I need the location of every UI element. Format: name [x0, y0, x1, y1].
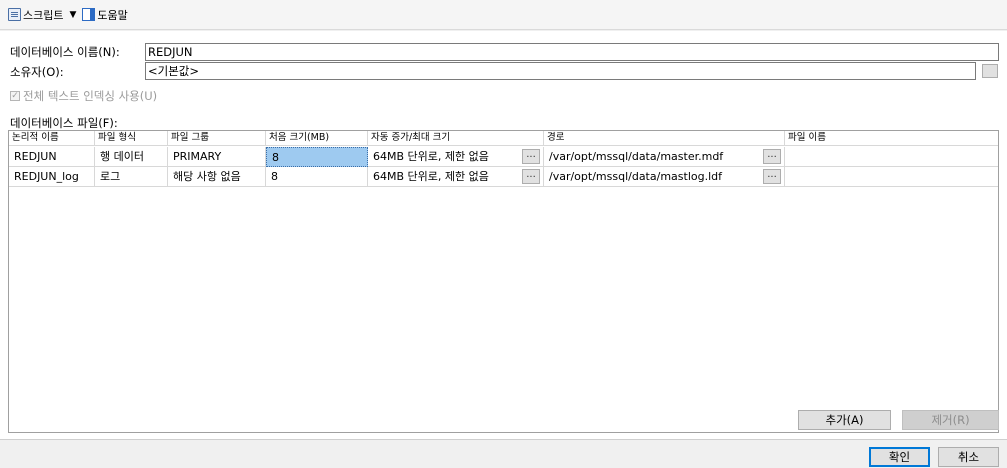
filegroup-cell[interactable]: PRIMARY — [168, 147, 266, 167]
autogrowth-ellipsis-button[interactable]: ... — [522, 169, 540, 184]
files-label: 데이터베이스 파일(F): — [10, 116, 118, 130]
autogrowth-cell[interactable]: 64MB 단위로, 제한 없음 — [368, 147, 544, 167]
file-type-cell[interactable]: 로그 — [95, 167, 168, 187]
db-name-input[interactable]: REDJUN — [145, 43, 999, 61]
logical-name-cell[interactable]: REDJUN_log — [9, 167, 95, 187]
script-icon — [8, 8, 21, 21]
owner-browse-button[interactable] — [982, 64, 998, 78]
column-header[interactable]: 파일 그룹 — [168, 131, 266, 146]
add-button[interactable]: 추가(A) — [798, 410, 891, 430]
owner-input[interactable]: <기본값> — [145, 62, 976, 80]
path-ellipsis-button[interactable]: ... — [763, 149, 781, 164]
toolbar: 스크립트 ▼ 도움말 — [0, 0, 1007, 30]
path-cell[interactable]: /var/opt/mssql/data/mastlog.ldf — [544, 167, 785, 187]
path-cell[interactable]: /var/opt/mssql/data/master.mdf — [544, 147, 785, 167]
column-header[interactable]: 파일 이름 — [785, 131, 998, 146]
help-icon — [82, 8, 96, 21]
file-type-cell[interactable]: 행 데이터 — [95, 147, 168, 167]
logical-name-cell[interactable]: REDJUN — [9, 147, 95, 167]
column-header[interactable]: 파일 형식 — [95, 131, 168, 146]
column-header[interactable]: 자동 증가/최대 크기 — [368, 131, 544, 146]
file-name-cell[interactable] — [785, 167, 998, 187]
fulltext-label: 전체 텍스트 인덱싱 사용(U) — [23, 89, 158, 103]
filegroup-cell[interactable]: 해당 사항 없음 — [168, 167, 266, 187]
initial-size-cell[interactable]: 8 — [266, 167, 368, 187]
help-button[interactable]: 도움말 — [80, 5, 129, 25]
owner-label: 소유자(O): — [10, 65, 64, 79]
table-row[interactable]: REDJUN_log 로그 해당 사항 없음 8 64MB 단위로, 제한 없음… — [9, 167, 998, 187]
ok-button[interactable]: 확인 — [869, 447, 930, 467]
table-row[interactable]: REDJUN 행 데이터 PRIMARY 8 64MB 단위로, 제한 없음 .… — [9, 147, 998, 167]
column-header[interactable]: 논리적 이름 — [9, 131, 95, 146]
column-header[interactable]: 처음 크기(MB) — [266, 131, 368, 146]
chevron-down-icon[interactable]: ▼ — [69, 10, 76, 20]
db-name-label: 데이터베이스 이름(N): — [10, 45, 120, 59]
script-button[interactable]: 스크립트 ▼ — [6, 5, 78, 25]
remove-button[interactable]: 제거(R) — [902, 410, 999, 430]
general-page: 데이터베이스 이름(N): REDJUN 소유자(O): <기본값> ✓ 전체 … — [0, 31, 1007, 439]
column-header[interactable]: 경로 — [544, 131, 785, 146]
initial-size-cell[interactable]: 8 — [266, 147, 368, 167]
fulltext-checkbox[interactable]: ✓ — [10, 91, 20, 101]
path-ellipsis-button[interactable]: ... — [763, 169, 781, 184]
grid-header: 논리적 이름 파일 형식 파일 그룹 처음 크기(MB) 자동 증가/최대 크기… — [9, 131, 998, 146]
files-grid[interactable]: 논리적 이름 파일 형식 파일 그룹 처음 크기(MB) 자동 증가/최대 크기… — [8, 130, 999, 433]
fulltext-option[interactable]: ✓ 전체 텍스트 인덱싱 사용(U) — [10, 88, 157, 104]
footer-divider — [0, 439, 1007, 440]
autogrowth-cell[interactable]: 64MB 단위로, 제한 없음 — [368, 167, 544, 187]
cancel-button[interactable]: 취소 — [938, 447, 999, 467]
autogrowth-ellipsis-button[interactable]: ... — [522, 149, 540, 164]
script-label: 스크립트 — [23, 8, 64, 22]
file-name-cell[interactable] — [785, 147, 998, 167]
help-label: 도움말 — [97, 8, 128, 22]
